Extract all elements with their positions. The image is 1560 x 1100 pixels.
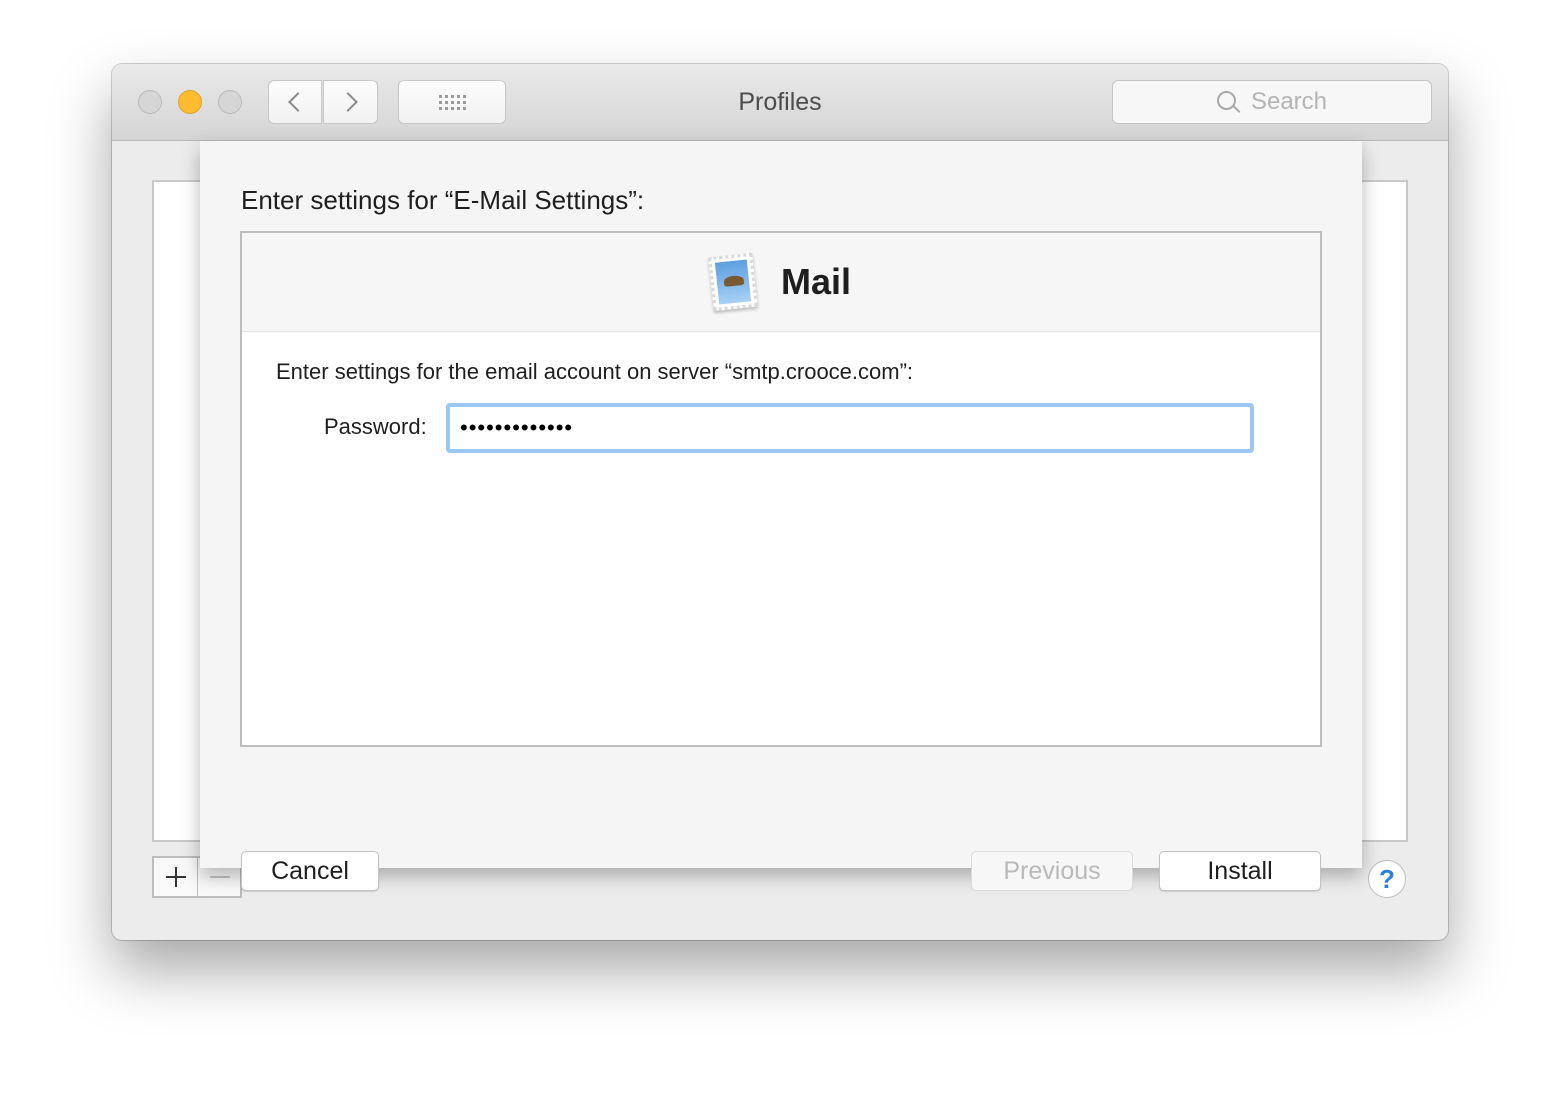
- password-label: Password:: [324, 414, 427, 439]
- cancel-button[interactable]: Cancel: [241, 851, 379, 891]
- instruction-text: Enter settings for the email account on …: [276, 359, 914, 384]
- password-value: •••••••••••••: [460, 415, 574, 440]
- install-button[interactable]: Install: [1159, 851, 1321, 891]
- mail-stamp-icon: [708, 252, 758, 312]
- previous-button[interactable]: Previous: [971, 851, 1133, 891]
- settings-sheet: Enter settings for “E-Mail Settings”: Ma…: [200, 141, 1362, 891]
- password-field[interactable]: •••••••••••••: [446, 403, 1254, 453]
- sheet-title: Enter settings for “E-Mail Settings”:: [241, 185, 645, 215]
- search-field[interactable]: Search: [1112, 80, 1432, 124]
- settings-box: Mail Enter settings for the email accoun…: [240, 231, 1322, 747]
- title-bar: Profiles Search: [112, 64, 1448, 141]
- app-header: Mail: [242, 233, 1320, 332]
- search-icon: [1216, 91, 1239, 113]
- help-button[interactable]: ?: [1368, 860, 1406, 898]
- preferences-window: Profiles Search ? Enter settings for “E-…: [112, 64, 1448, 940]
- search-placeholder: Search: [1250, 88, 1328, 115]
- app-name: Mail: [780, 261, 851, 302]
- add-profile-button[interactable]: [154, 858, 198, 896]
